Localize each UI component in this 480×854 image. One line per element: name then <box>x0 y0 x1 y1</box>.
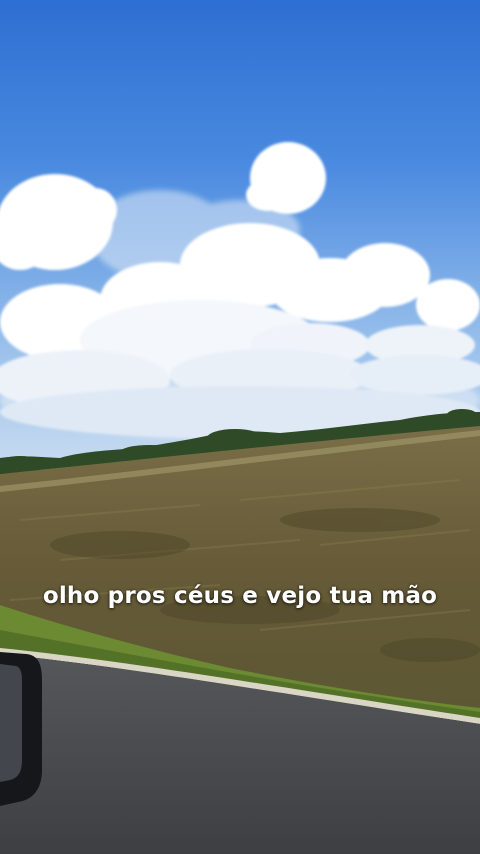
video-caption: olho pros céus e vejo tua mão <box>42 583 438 609</box>
roadside-scene <box>0 0 480 854</box>
side-mirror <box>0 652 42 806</box>
